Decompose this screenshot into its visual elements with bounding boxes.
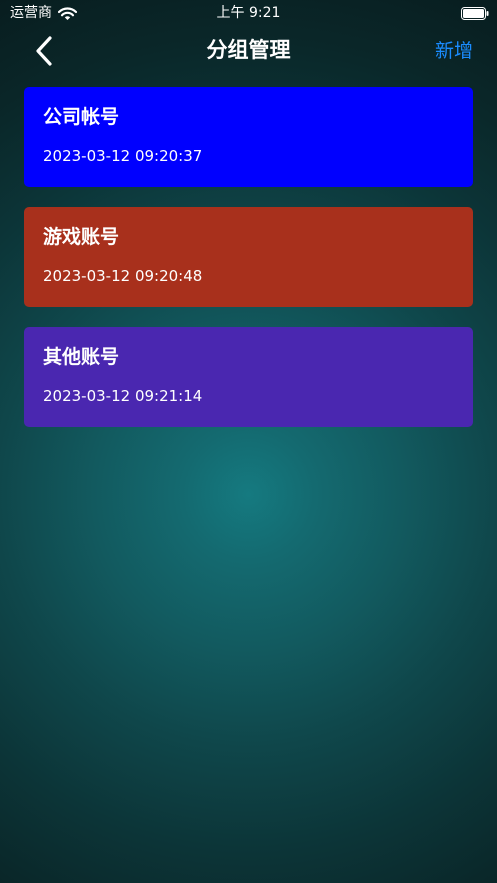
group-card-company[interactable]: 公司帐号 2023-03-12 09:20:37 [24,87,473,187]
group-name: 游戏账号 [43,226,120,248]
add-group-button[interactable]: 新增 [435,38,473,64]
group-list: 公司帐号 2023-03-12 09:20:37 游戏账号 2023-03-12… [24,87,473,447]
group-card-other[interactable]: 其他账号 2023-03-12 09:21:14 [24,327,473,427]
page-title: 分组管理 [206,38,291,62]
status-time: 上午 9:21 [216,5,281,21]
status-bar: 运营商 上午 9:21 [0,0,497,28]
battery-icon [461,5,489,20]
group-card-game[interactable]: 游戏账号 2023-03-12 09:20:48 [24,207,473,307]
group-created-time: 2023-03-12 09:20:37 [43,147,203,165]
group-created-time: 2023-03-12 09:21:14 [43,387,203,405]
nav-bar: 分组管理 新增 [0,28,497,74]
group-created-time: 2023-03-12 09:20:48 [43,267,203,285]
group-name: 其他账号 [43,346,120,368]
group-name: 公司帐号 [43,106,120,128]
